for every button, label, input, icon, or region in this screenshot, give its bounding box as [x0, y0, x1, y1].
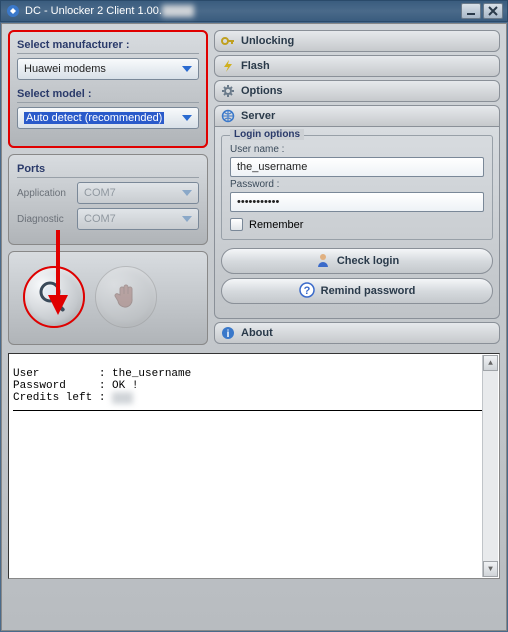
- close-button[interactable]: [483, 3, 503, 19]
- remember-checkbox[interactable]: [230, 218, 243, 231]
- password-input[interactable]: [230, 192, 484, 212]
- remember-label: Remember: [249, 219, 303, 231]
- tab-server[interactable]: Server: [214, 105, 500, 127]
- remind-password-label: Remind password: [321, 285, 416, 297]
- diagnostic-port-combo[interactable]: COM7: [77, 208, 199, 230]
- minimize-button[interactable]: [461, 3, 481, 19]
- chevron-down-icon: [178, 60, 196, 78]
- manufacturer-combo[interactable]: Huawei modems: [17, 58, 199, 80]
- stop-button[interactable]: [95, 266, 157, 328]
- scroll-up-button[interactable]: ▲: [483, 355, 498, 371]
- window-title-version-blurred: 0000: [162, 5, 194, 17]
- application-port-label: Application: [17, 188, 73, 199]
- tab-flash-label: Flash: [241, 60, 270, 72]
- server-panel: Login options User name : Password : Rem…: [214, 127, 500, 319]
- diagnostic-port-label: Diagnostic: [17, 214, 73, 225]
- model-combo[interactable]: Auto detect (recommended): [17, 107, 199, 129]
- app-icon: [5, 3, 21, 19]
- diagnostic-port-value: COM7: [84, 213, 116, 225]
- scroll-down-button[interactable]: ▼: [483, 561, 498, 577]
- tab-unlocking-label: Unlocking: [241, 35, 294, 47]
- tab-about[interactable]: i About: [214, 322, 500, 344]
- ports-panel: Ports Application COM7 Diagnostic COM7: [8, 154, 208, 245]
- gear-icon: [221, 84, 235, 98]
- flash-icon: [221, 59, 235, 73]
- user-icon: [315, 252, 331, 271]
- login-options-fieldset: Login options User name : Password : Rem…: [221, 135, 493, 240]
- login-options-legend: Login options: [230, 129, 304, 140]
- check-login-button[interactable]: Check login: [221, 248, 493, 274]
- username-label: User name :: [230, 144, 484, 155]
- log-line: Credits left :: [13, 392, 112, 404]
- scrollbar[interactable]: ▲ ▼: [482, 355, 498, 577]
- log-textarea[interactable]: User : the_username Password : OK ! Cred…: [8, 353, 500, 579]
- credits-blurred: 00: [112, 392, 133, 404]
- window-title: DC - Unlocker 2 Client 1.00.: [25, 5, 162, 17]
- hand-stop-icon: [111, 281, 141, 314]
- svg-text:?: ?: [303, 285, 310, 297]
- chevron-down-icon: [178, 109, 196, 127]
- manufacturer-model-panel: Select manufacturer : Huawei modems Sele…: [8, 30, 208, 148]
- chevron-down-icon: [178, 184, 196, 202]
- tab-unlocking[interactable]: Unlocking: [214, 30, 500, 52]
- tab-options-label: Options: [241, 85, 283, 97]
- application-port-value: COM7: [84, 187, 116, 199]
- globe-icon: [221, 109, 235, 123]
- check-login-label: Check login: [337, 255, 399, 267]
- app-body: Select manufacturer : Huawei modems Sele…: [1, 23, 507, 631]
- manufacturer-value: Huawei modems: [24, 63, 106, 75]
- password-label: Password :: [230, 179, 484, 190]
- magnifier-icon: [37, 279, 71, 316]
- tab-flash[interactable]: Flash: [214, 55, 500, 77]
- ports-label: Ports: [17, 163, 199, 178]
- titlebar: DC - Unlocker 2 Client 1.00. 0000: [0, 0, 508, 22]
- big-buttons-panel: [8, 251, 208, 345]
- tab-server-label: Server: [241, 110, 275, 122]
- tab-options[interactable]: Options: [214, 80, 500, 102]
- manufacturer-label: Select manufacturer :: [17, 39, 199, 54]
- key-icon: [221, 34, 235, 48]
- chevron-down-icon: [178, 210, 196, 228]
- info-icon: i: [221, 326, 235, 340]
- svg-text:i: i: [227, 329, 230, 340]
- detect-button[interactable]: [23, 266, 85, 328]
- model-label: Select model :: [17, 88, 199, 103]
- remind-password-button[interactable]: ? Remind password: [221, 278, 493, 304]
- tab-about-label: About: [241, 327, 273, 339]
- question-icon: ?: [299, 282, 315, 301]
- log-line: Password : OK !: [13, 380, 138, 392]
- log-line: User : the_username: [13, 368, 191, 380]
- application-port-combo[interactable]: COM7: [77, 182, 199, 204]
- model-value: Auto detect (recommended): [24, 112, 164, 124]
- username-input[interactable]: [230, 157, 484, 177]
